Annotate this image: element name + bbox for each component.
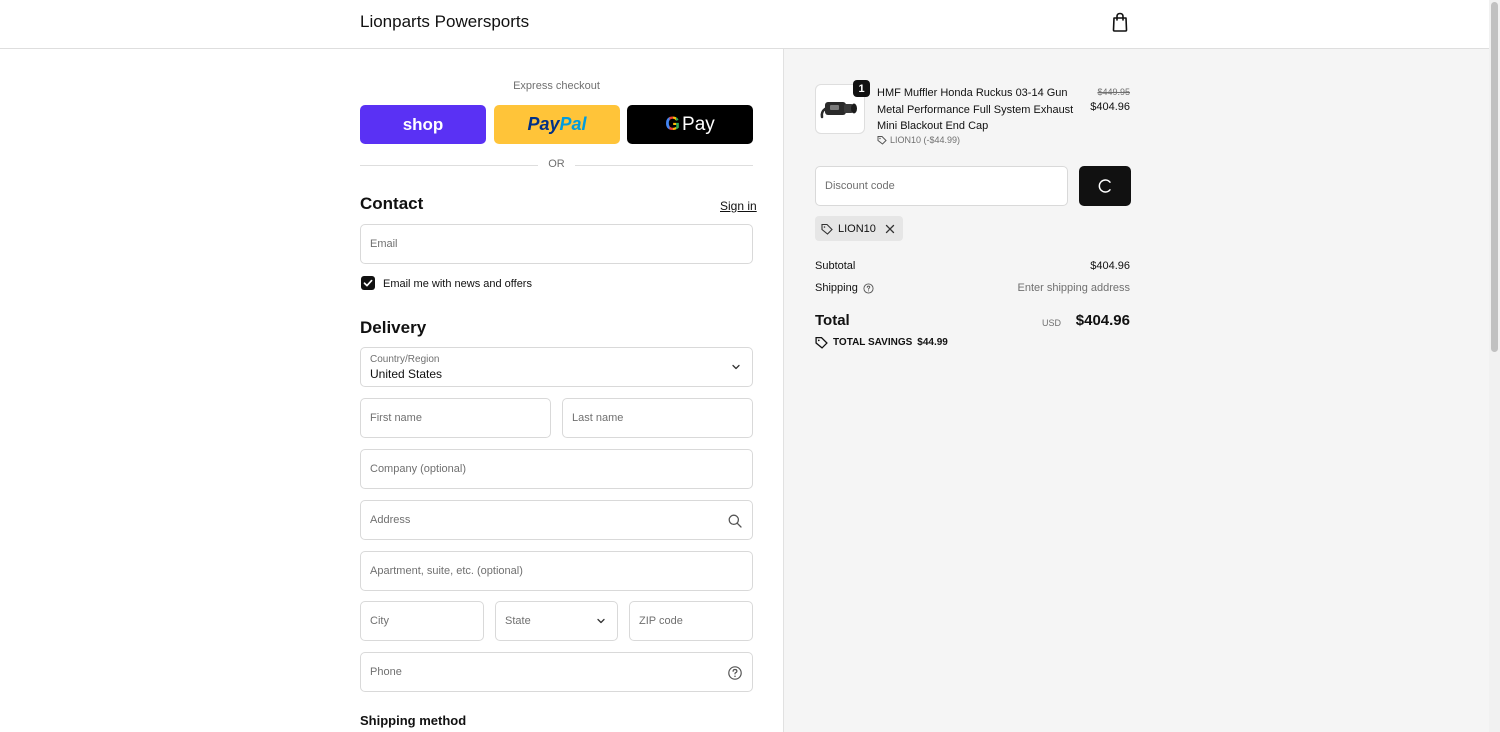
search-icon xyxy=(728,514,742,528)
loading-spinner-icon xyxy=(1098,179,1111,193)
shipping-label: Shipping xyxy=(815,282,858,294)
total-savings: TOTAL SAVINGS $44.99 xyxy=(815,336,948,349)
shipping-method-heading: Shipping method xyxy=(360,713,467,728)
quantity-badge: 1 xyxy=(853,80,870,97)
discount-code-placeholder: Discount code xyxy=(825,180,895,192)
help-icon[interactable] xyxy=(863,282,874,294)
shopping-bag-icon[interactable] xyxy=(1110,11,1130,33)
checkmark-icon xyxy=(363,279,373,287)
subtotal-value: $404.96 xyxy=(1090,260,1130,272)
order-summary: 1 HMF Muffler Honda Ruckus 03-14 Gun Met… xyxy=(783,49,1489,732)
country-select-value: United States xyxy=(370,367,443,381)
paypal-button[interactable]: Pay Pal xyxy=(494,105,620,144)
news-checkbox[interactable] xyxy=(361,276,375,290)
help-icon[interactable] xyxy=(727,665,743,681)
applied-discount-chip: LION10 xyxy=(815,216,903,241)
page-scrollbar[interactable] xyxy=(1489,0,1500,732)
country-select-label: Country/Region xyxy=(370,354,440,365)
last-name-placeholder: Last name xyxy=(572,412,624,424)
zip-placeholder: ZIP code xyxy=(639,615,683,627)
site-header: Lionparts Powersports xyxy=(0,0,1489,49)
applied-code-label: LION10 xyxy=(838,222,876,235)
or-label: OR xyxy=(548,158,565,170)
email-field[interactable]: Email xyxy=(360,224,753,264)
apartment-placeholder: Apartment, suite, etc. (optional) xyxy=(370,565,523,577)
total-value: $404.96 xyxy=(1075,312,1130,329)
last-name-field[interactable]: Last name xyxy=(562,398,753,438)
total-savings-value: $44.99 xyxy=(917,337,948,348)
discount-code-field[interactable]: Discount code xyxy=(815,166,1068,206)
product-discount-label: LION10 (-$44.99) xyxy=(890,135,961,145)
apply-discount-button[interactable] xyxy=(1079,166,1131,206)
phone-placeholder: Phone xyxy=(370,666,402,678)
first-name-placeholder: First name xyxy=(370,412,422,424)
sign-in-link[interactable]: Sign in xyxy=(720,199,757,213)
final-price: $404.96 xyxy=(1090,101,1130,113)
city-field[interactable]: City xyxy=(360,601,484,641)
paypal-logo-part2: Pal xyxy=(559,114,587,134)
close-icon xyxy=(885,224,895,233)
company-field[interactable]: Company (optional) xyxy=(360,449,753,489)
state-select-value: State xyxy=(505,615,531,627)
phone-field[interactable]: Phone xyxy=(360,652,753,692)
google-pay-button[interactable]: G Pay xyxy=(627,105,753,144)
city-placeholder: City xyxy=(370,615,389,627)
original-price: $449.95 xyxy=(1097,87,1130,97)
chevron-down-icon xyxy=(732,364,740,370)
scrollbar-thumb[interactable] xyxy=(1491,2,1498,352)
tag-icon xyxy=(815,336,828,349)
total-savings-label: TOTAL SAVINGS xyxy=(833,337,913,348)
subtotal-label: Subtotal xyxy=(815,260,856,272)
express-checkout-label: Express checkout xyxy=(513,80,600,92)
google-pay-label: Pay xyxy=(682,113,715,135)
shipping-row-label: Shipping xyxy=(815,282,874,294)
apartment-field[interactable]: Apartment, suite, etc. (optional) xyxy=(360,551,753,591)
product-discount: LION10 (-$44.99) xyxy=(877,135,960,145)
tag-icon xyxy=(877,136,887,145)
checkout-form: Express checkout shop Pay Pal G Pay OR Co… xyxy=(0,49,783,732)
company-placeholder: Company (optional) xyxy=(370,463,466,475)
shipping-value: Enter shipping address xyxy=(1017,282,1130,294)
shop-pay-logo: shop xyxy=(402,114,444,134)
product-name: HMF Muffler Honda Ruckus 03-14 Gun Metal… xyxy=(877,87,1074,132)
paypal-logo-part1: Pay xyxy=(527,114,560,134)
contact-heading: Contact xyxy=(360,194,424,213)
store-name[interactable]: Lionparts Powersports xyxy=(360,12,529,32)
first-name-field[interactable]: First name xyxy=(360,398,551,438)
country-select[interactable]: Country/Region United States xyxy=(360,347,753,387)
email-placeholder: Email xyxy=(370,238,398,250)
tag-icon xyxy=(821,223,833,235)
chevron-down-icon xyxy=(597,618,605,624)
news-checkbox-label[interactable]: Email me with news and offers xyxy=(383,278,532,290)
address-field[interactable]: Address xyxy=(360,500,753,540)
total-label: Total xyxy=(815,312,850,329)
state-select[interactable]: State xyxy=(495,601,618,641)
delivery-heading: Delivery xyxy=(360,318,427,337)
address-placeholder: Address xyxy=(370,514,411,526)
zip-field[interactable]: ZIP code xyxy=(629,601,753,641)
or-divider: OR xyxy=(360,158,753,172)
remove-discount-button[interactable] xyxy=(885,224,895,234)
shop-pay-button[interactable]: shop xyxy=(360,105,486,144)
google-g-logo: G xyxy=(665,113,681,135)
total-currency: USD xyxy=(1041,318,1061,328)
